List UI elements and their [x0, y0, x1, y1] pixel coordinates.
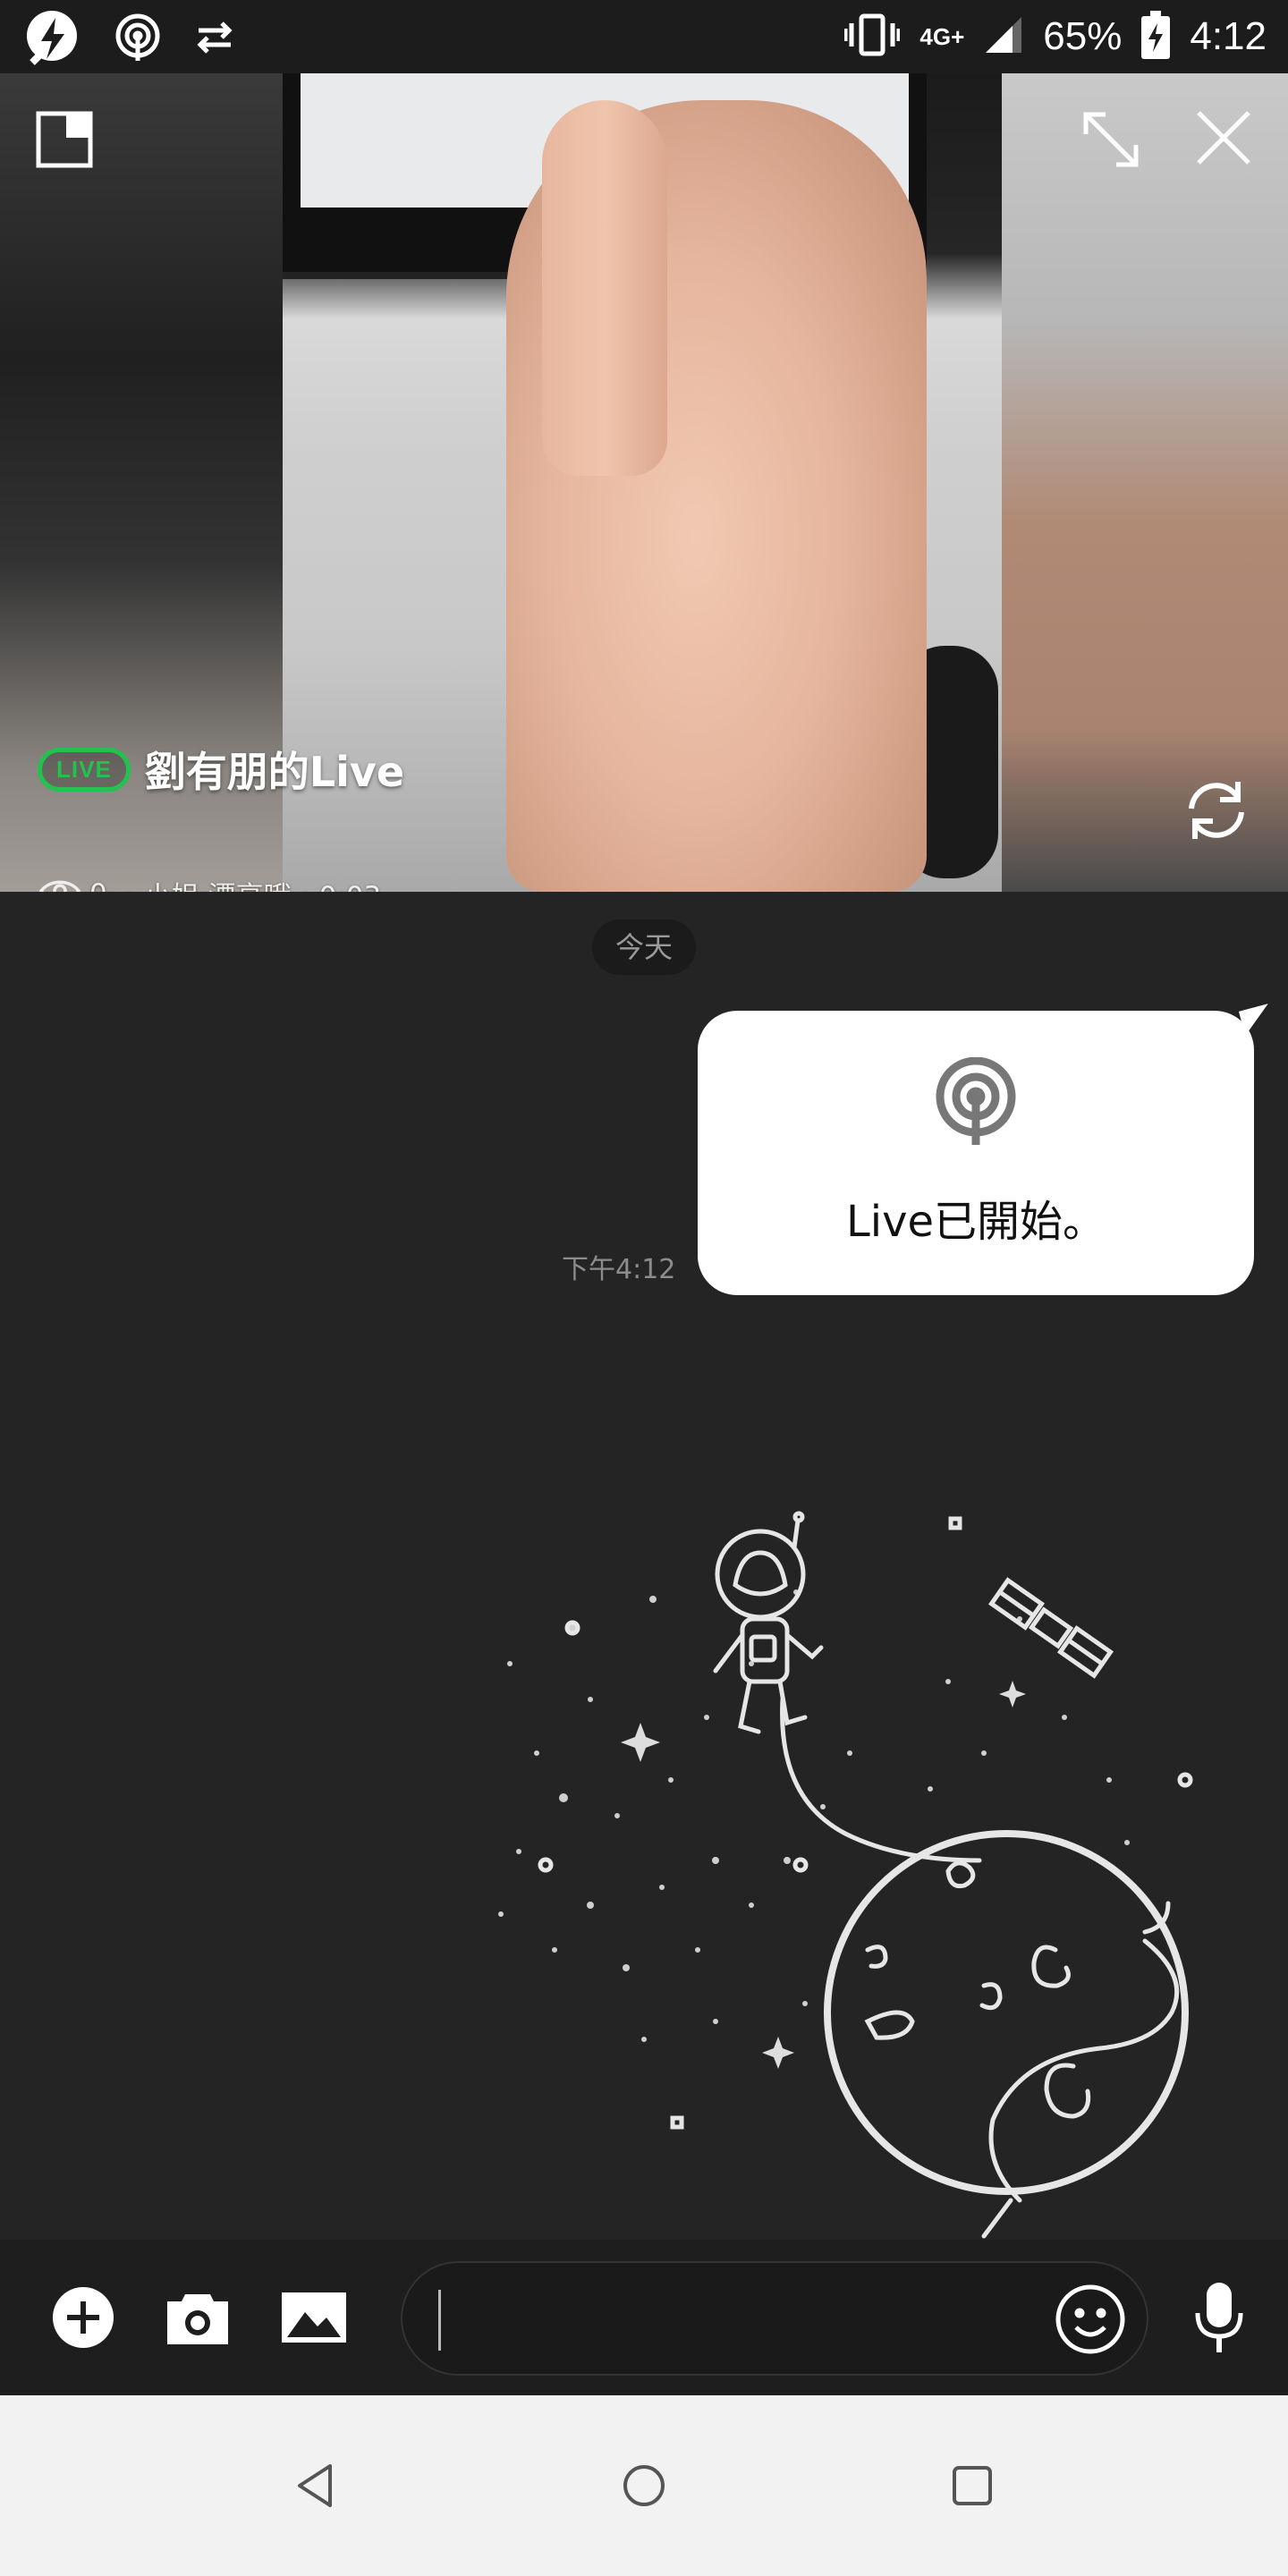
message-input-bar [0, 2240, 1288, 2395]
astronaut-moon-sticker[interactable] [483, 1485, 1252, 2249]
expand-icon[interactable] [1079, 107, 1143, 175]
video-blur-right [1002, 73, 1288, 892]
vibrate-icon [843, 13, 902, 61]
system-nav-bar [0, 2395, 1288, 2576]
live-broadcast-icon [931, 1056, 1021, 1150]
clock: 4:12 [1190, 14, 1267, 58]
home-icon[interactable] [604, 2445, 684, 2526]
date-chip: 今天 [592, 919, 696, 975]
live-broadcast-icon [113, 13, 163, 66]
recents-icon[interactable] [932, 2445, 1013, 2526]
close-icon[interactable] [1195, 109, 1252, 170]
video-thumb [542, 100, 667, 476]
text-caret [438, 2290, 441, 2351]
camera-icon[interactable] [159, 2279, 236, 2356]
bubble-tail [1238, 1004, 1275, 1036]
viewer-count: 0 [89, 878, 107, 893]
battery-percent: 65% [1043, 14, 1123, 58]
switch-camera-icon[interactable] [1179, 773, 1254, 852]
message-time: 下午4:12 [562, 1254, 676, 1285]
live-meta: 0 ・小姐 漂亮哦・0:03 [38, 874, 381, 893]
live-badge: LIVE [38, 747, 131, 792]
live-title: 劉有朋的Live [144, 748, 405, 796]
image-icon[interactable] [275, 2279, 352, 2356]
pip-icon[interactable] [36, 111, 93, 172]
live-meta-text: ・小姐 漂亮哦・0:03 [116, 874, 381, 892]
status-bar: 4G+ 65% 4:12 [0, 0, 1288, 73]
messenger-bolt-icon [25, 9, 82, 70]
live-started-message[interactable]: Live已開始。 [698, 1004, 1275, 1295]
back-icon[interactable] [275, 2445, 356, 2526]
live-video-view[interactable]: LIVE 劉有朋的Live 0 ・小姐 漂亮哦・0:03 [0, 73, 1288, 892]
live-started-text: Live已開始。 [845, 1197, 1106, 1247]
mic-icon[interactable] [1181, 2279, 1258, 2356]
battery-charging-icon [1141, 11, 1171, 63]
signal-icon [984, 15, 1023, 58]
plus-icon[interactable] [45, 2279, 122, 2356]
network-type: 4G+ [919, 22, 965, 50]
eye-icon [38, 877, 81, 892]
data-transfer-icon [193, 16, 236, 63]
message-text-field[interactable] [401, 2261, 1148, 2376]
live-title-row: LIVE 劉有朋的Live [38, 740, 404, 799]
emoji-icon[interactable] [1052, 2281, 1129, 2358]
